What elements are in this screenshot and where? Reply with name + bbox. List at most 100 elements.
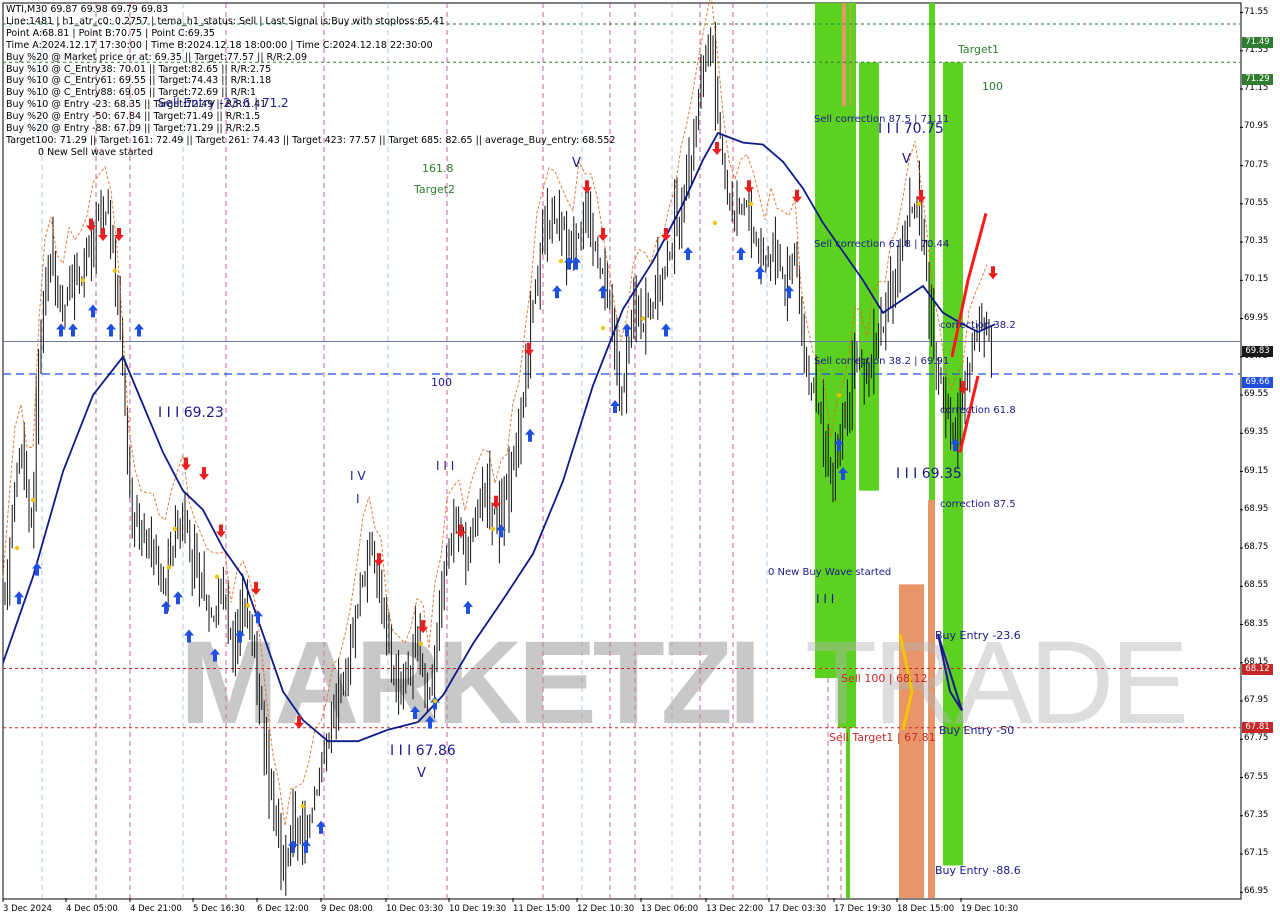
signal-marker	[600, 325, 606, 331]
signal-marker	[166, 564, 172, 570]
y-tick-label: 68.35	[1244, 618, 1269, 629]
sell-entry-label: Sell Entry -23.6 | 71.2	[158, 96, 289, 110]
level-label: 100	[431, 376, 452, 389]
y-tick-label: 70.55	[1244, 197, 1269, 208]
y-tick-label: 68.55	[1244, 580, 1269, 591]
correction-label: correction 38.2	[940, 320, 1016, 331]
price-tag-current: 69.83	[1242, 346, 1273, 357]
new-buy-wave-label: 0 New Buy Wave started	[768, 567, 892, 578]
buy-arrow-icon	[610, 400, 620, 414]
buy-arrow-icon	[571, 256, 581, 270]
wave-label: I I I 67.86	[390, 743, 456, 759]
sell-100-label: Sell 100 | 68.12	[841, 672, 928, 685]
sell-arrow-icon	[598, 228, 608, 242]
target1-label: Target1	[958, 43, 1000, 56]
signal-marker	[558, 258, 564, 264]
correction-label: correction 61.8	[940, 405, 1016, 416]
info-line: Buy %20 @ Market price or at: 69.35 || T…	[6, 51, 308, 63]
signal-marker	[712, 220, 718, 226]
info-line: Line:1481 | h1_atr_c0: 0.2757 | tema_h1_…	[6, 15, 445, 27]
info-line: Buy %10 @ C_Entry88: 69.05 || Target:72.…	[6, 87, 257, 99]
sell-arrow-icon	[199, 467, 209, 481]
y-tick-label: 71.55	[1244, 6, 1269, 17]
x-tick-label: 4 Dec 05:00	[66, 904, 118, 914]
sell-arrow-icon	[988, 266, 998, 280]
buy-arrow-icon	[755, 266, 765, 280]
buy-entry-label: Buy Entry -23.6	[935, 629, 1021, 642]
sell-arrow-icon	[456, 524, 466, 538]
buy-arrow-icon	[552, 285, 562, 299]
wave-label: I V	[350, 469, 366, 483]
info-line: 0 New Sell wave started	[38, 146, 154, 158]
y-tick-label: 70.35	[1244, 236, 1269, 247]
signal-marker	[432, 698, 438, 704]
info-line: Point A:68.81 | Point B:70.75 | Point C:…	[6, 27, 215, 39]
x-tick-label: 10 Dec 03:30	[386, 904, 444, 914]
wave-label: I I I 69.35	[896, 466, 962, 482]
x-tick-label: 18 Dec 15:00	[897, 904, 955, 914]
price-tag-target2: 71.49	[1242, 37, 1273, 48]
y-tick-label: 68.95	[1244, 503, 1269, 514]
sell-arrow-icon	[712, 141, 722, 155]
x-tick-label: 17 Dec 03:30	[769, 904, 827, 914]
y-tick-label: 69.35	[1244, 427, 1269, 438]
buy-arrow-icon	[161, 600, 171, 614]
wave-label: I I I 69.23	[158, 405, 224, 421]
y-tick-label: 66.95	[1244, 886, 1269, 897]
info-line: Buy %20 @ Entry -88: 67.09 || Target:71.…	[6, 123, 261, 135]
wave-label: V	[572, 156, 581, 171]
x-tick-label: 10 Dec 19:30	[449, 904, 507, 914]
buy-arrow-icon	[288, 839, 298, 853]
wave-label: V	[417, 766, 426, 781]
info-line: Time A:2024.12.17 17:30:00 | Time B:2024…	[6, 39, 433, 51]
wave-label: I I I 70.75	[878, 121, 944, 137]
signal-marker	[490, 526, 496, 532]
sell-arrow-icon	[744, 180, 754, 194]
signal-marker	[640, 316, 646, 321]
y-tick-label: 69.95	[1244, 312, 1269, 323]
buy-arrow-icon	[683, 247, 693, 261]
sell-correction-label: Sell correction 38.2 | 69.91	[814, 356, 950, 367]
signal-zone	[859, 62, 879, 491]
x-tick-label: 5 Dec 16:30	[193, 904, 245, 914]
x-tick-label: 12 Dec 10:30	[577, 904, 635, 914]
y-tick-label: 69.55	[1244, 389, 1269, 400]
chart-title: WTI,M30 69.87 69.98 69.79 69.83	[6, 4, 169, 15]
x-tick-label: 17 Dec 19:30	[834, 904, 892, 914]
wave-label: I I I	[436, 459, 455, 473]
x-tick-label: 19 Dec 10:30	[961, 904, 1019, 914]
buy-arrow-icon	[736, 247, 746, 261]
buy-arrow-icon	[134, 323, 144, 337]
signal-marker	[836, 392, 842, 398]
y-tick-label: 67.15	[1244, 848, 1269, 858]
wave-label: I	[356, 492, 360, 506]
signal-marker	[172, 526, 178, 532]
signal-marker	[14, 545, 20, 551]
y-tick-label: 68.75	[1244, 542, 1269, 553]
price-tag-sell-100: 68.12	[1242, 664, 1273, 675]
target1-value: 100	[982, 80, 1003, 93]
sell-arrow-icon	[98, 228, 108, 242]
buy-entry-label: Buy Entry -50	[939, 724, 1015, 737]
y-tick-label: 69.15	[1244, 465, 1269, 476]
correction-label: correction 87.5	[940, 499, 1016, 510]
y-tick-label: 70.95	[1244, 121, 1269, 132]
y-tick-label: 67.55	[1244, 771, 1269, 782]
signal-marker	[916, 201, 922, 207]
signal-marker	[300, 804, 306, 809]
price-tag-target1: 71.29	[1242, 74, 1273, 85]
buy-arrow-icon	[661, 323, 671, 337]
buy-arrow-icon	[173, 591, 183, 605]
signal-marker	[80, 278, 86, 283]
wave-label: I I I	[816, 592, 835, 606]
target2-value: 161.8	[422, 162, 454, 175]
signal-marker	[112, 268, 118, 273]
buy-arrow-icon	[564, 256, 574, 270]
y-tick-label: 67.75	[1244, 733, 1269, 744]
sell-arrow-icon	[86, 218, 96, 232]
x-tick-label: 6 Dec 12:00	[257, 904, 309, 914]
x-tick-label: 3 Dec 2024	[3, 904, 52, 914]
buy-arrow-icon	[463, 600, 473, 614]
price-tag-sell-target1: 67.81	[1242, 722, 1273, 733]
x-tick-label: 9 Dec 08:00	[321, 904, 373, 914]
